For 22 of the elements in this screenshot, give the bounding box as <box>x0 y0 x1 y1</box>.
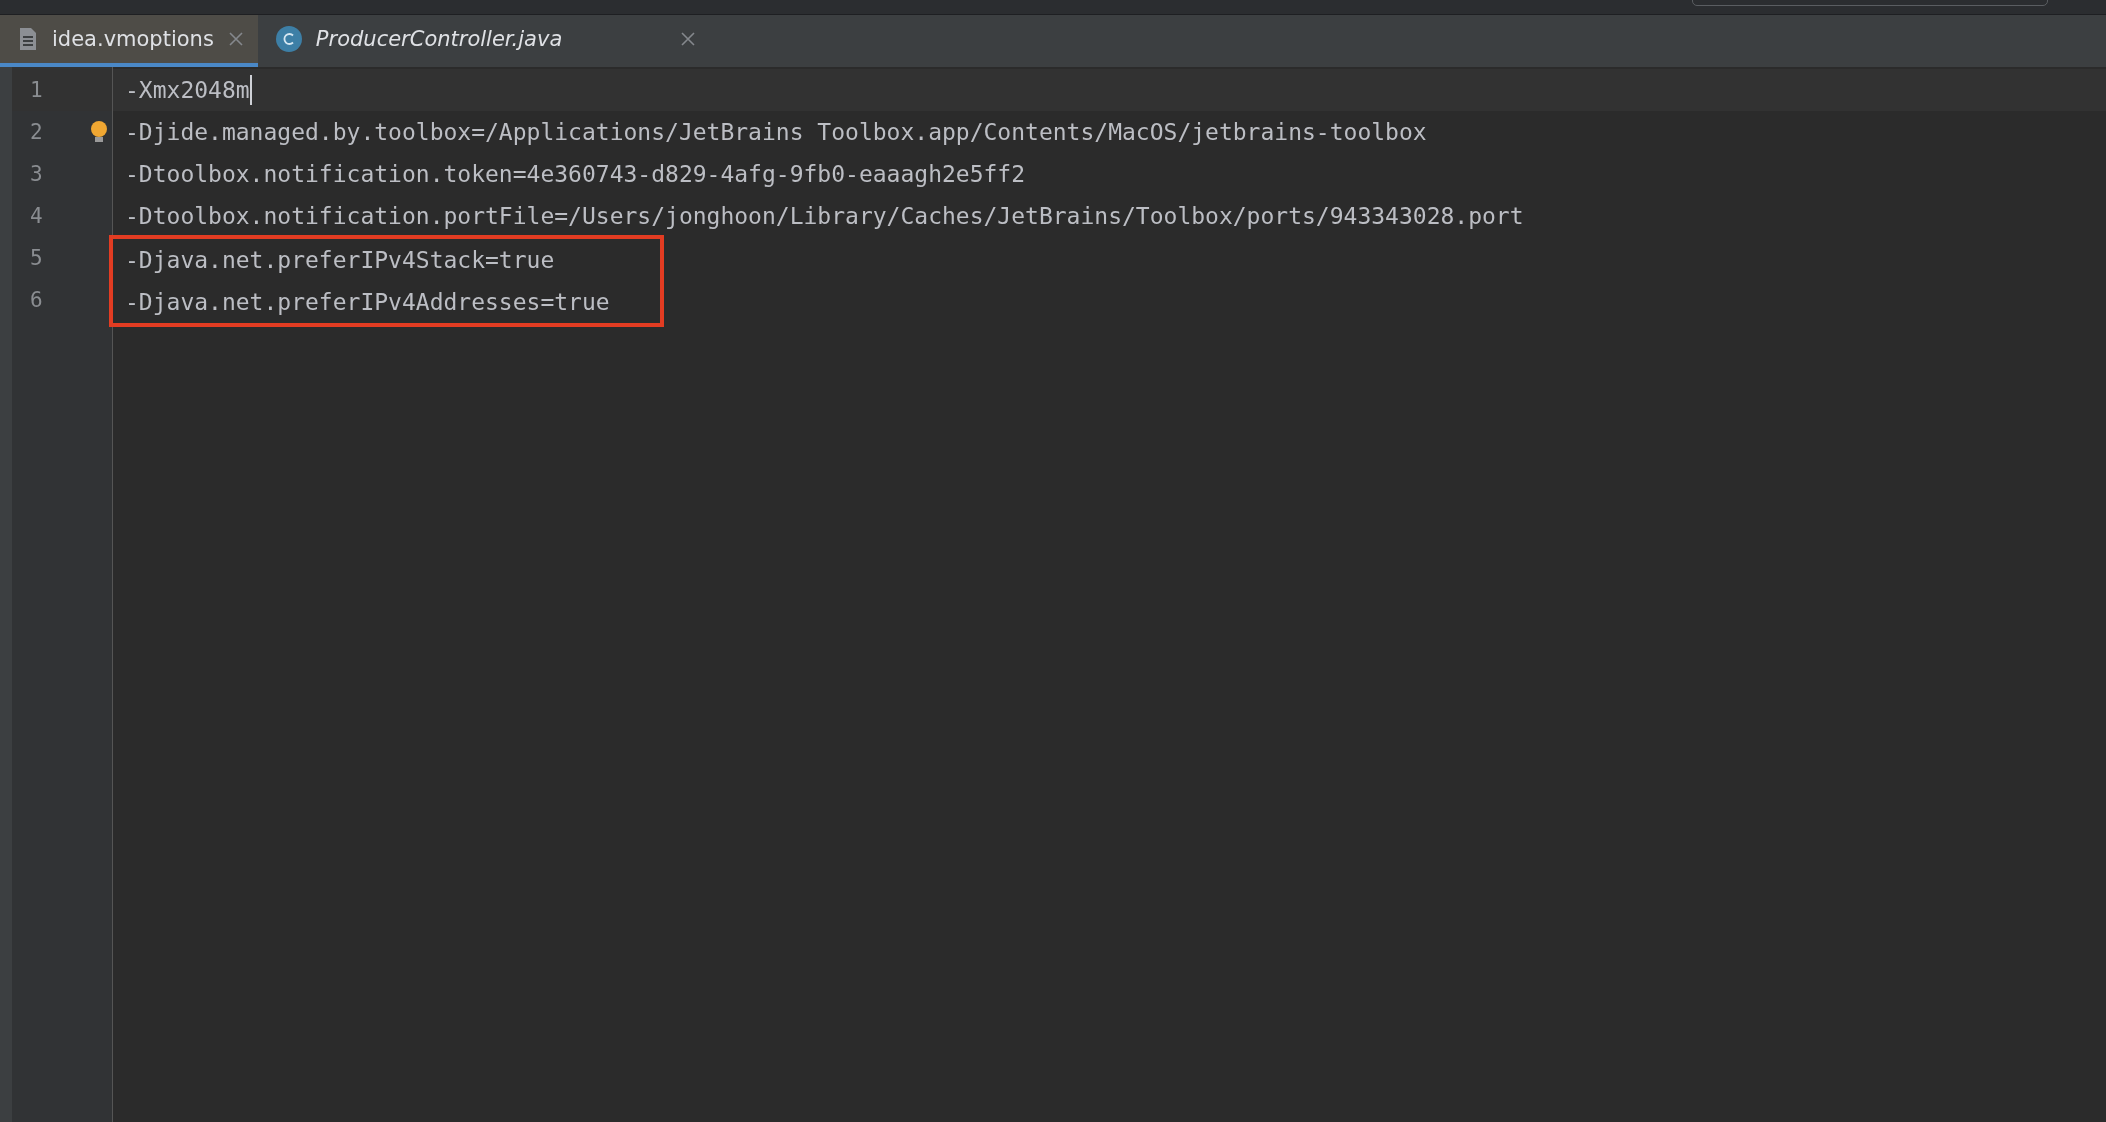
lightbulb-icon[interactable] <box>90 120 108 144</box>
file-icon <box>18 27 38 51</box>
class-icon <box>275 26 302 52</box>
close-tab-button[interactable] <box>680 31 697 47</box>
close-icon <box>680 31 697 47</box>
text-cursor <box>249 75 252 105</box>
line-number: 1 <box>30 78 43 102</box>
code-line: -Djava.net.preferIPv4Addresses=true <box>125 289 610 315</box>
line-number: 6 <box>30 288 43 312</box>
code-line: -Djava.net.preferIPv4Stack=true <box>125 247 555 273</box>
code-line: -Djide.managed.by.toolbox=/Applications/JetBrains Toolbox.app/Contents/MacOS/jetbrains-toolbox <box>125 119 1427 145</box>
code-line: -Dtoolbox.notification.portFile=/Users/jonghoon/Library/Caches/JetBrains/Toolbox/ports/943343028.port <box>125 203 1524 229</box>
line-number: 5 <box>30 246 43 270</box>
line-number: 2 <box>30 120 43 144</box>
line-number: 3 <box>30 162 43 186</box>
close-tab-button[interactable] <box>227 31 244 47</box>
editor-tab[interactable]: ProducerController.java <box>257 15 711 67</box>
close-icon <box>227 31 244 47</box>
line-number: 4 <box>30 204 43 228</box>
editor-tab[interactable]: idea.vmoptions <box>0 15 258 67</box>
code-line: -Dtoolbox.notification.token=4e360743-d829-4afg-9fb0-eaaagh2e5ff2 <box>125 161 1026 187</box>
code-line: -Xmx2048m <box>125 77 250 103</box>
